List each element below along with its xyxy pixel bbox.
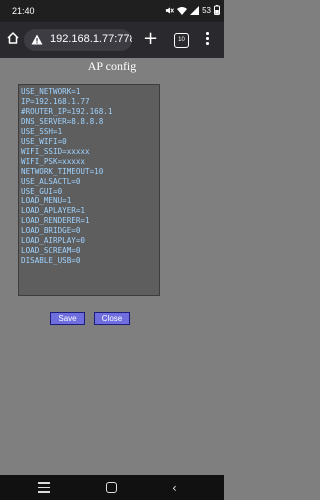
mute-icon (165, 6, 175, 14)
status-icons: 53 (165, 5, 220, 15)
address-bar[interactable]: 192.168.1.77:7780 (24, 29, 132, 51)
tab-switcher-icon[interactable]: 10 (174, 33, 189, 48)
signal-icon (190, 5, 200, 15)
more-options-icon[interactable] (206, 32, 209, 47)
recent-apps-icon[interactable] (38, 482, 50, 496)
close-button[interactable]: Close (94, 312, 130, 325)
battery-percent: 53 (202, 5, 211, 15)
wifi-icon (177, 6, 188, 15)
insecure-warning-icon[interactable] (31, 34, 43, 45)
browser-toolbar: 192.168.1.77:7780 + 10 (0, 22, 224, 58)
status-time: 21:40 (12, 6, 35, 16)
home-icon[interactable] (6, 31, 20, 45)
url-text[interactable]: 192.168.1.77:7780 (50, 33, 132, 45)
back-icon[interactable]: ‹ (172, 481, 177, 495)
config-textarea[interactable]: USE_NETWORK=1 IP=192.168.1.77 #ROUTER_IP… (18, 84, 160, 296)
status-bar: 21:40 53 (0, 0, 224, 22)
home-button-icon[interactable] (106, 482, 117, 493)
navigation-bar: ‹ (0, 475, 224, 500)
save-button[interactable]: Save (50, 312, 85, 325)
new-tab-icon[interactable]: + (143, 29, 158, 49)
page-title: AP config (87, 59, 137, 73)
battery-icon (214, 5, 220, 15)
